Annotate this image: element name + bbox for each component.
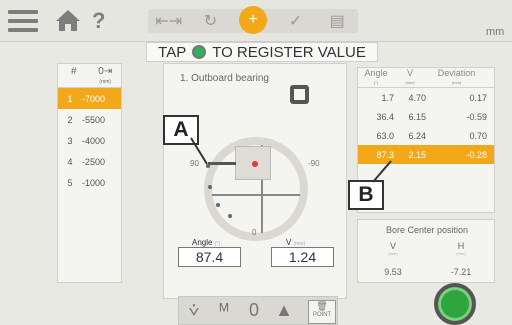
menu-icon[interactable]: [8, 10, 38, 32]
filter-icon[interactable]: ᴹ: [209, 297, 239, 324]
angle-value: 87.4: [178, 247, 241, 267]
deviation-header: Deviation (mm): [437, 68, 476, 86]
table-row[interactable]: 4 -2500: [58, 151, 121, 172]
results-table-header: Angle (°) V (mm) Deviation (mm): [358, 68, 494, 88]
table-row[interactable]: 5 -1000: [58, 172, 121, 193]
up-arrow-icon[interactable]: ▲: [269, 297, 299, 324]
instruction-banner: TAP TO REGISTER VALUE: [146, 42, 378, 62]
measurement-title: 1. Outboard bearing: [180, 73, 269, 84]
bore-v-value: 9.53: [384, 267, 402, 277]
help-icon[interactable]: ?: [92, 8, 105, 34]
v-value: 1.24: [271, 247, 334, 267]
table-row[interactable]: 2 -5500: [58, 109, 121, 130]
down-arrow-icon[interactable]: ⩒: [179, 297, 209, 324]
measured-point: [228, 214, 232, 218]
bore-h-label: H (mm): [456, 241, 466, 256]
instruction-suffix: TO REGISTER VALUE: [212, 43, 366, 61]
register-dot-icon: [192, 45, 207, 59]
table-row[interactable]: 1 -7000: [58, 88, 121, 109]
angle-header: Angle (°): [364, 68, 388, 86]
measure-icon[interactable]: +: [238, 6, 267, 34]
callout-b-pointer: [372, 160, 392, 183]
measured-point: [216, 203, 220, 207]
bore-center-panel: Bore Center position V (mm) H (mm) 9.53 -7…: [357, 219, 495, 283]
unit-label: mm: [486, 26, 505, 38]
v-label: V (mm): [286, 238, 306, 247]
workflow-steps: ⇤⇥ ↻ + ✓ ▤: [148, 6, 358, 34]
bore-v-label: V (mm): [388, 241, 398, 256]
dial-label-bottom: 0: [252, 228, 257, 237]
result-icon[interactable]: ✓: [283, 9, 309, 33]
dimensions-icon[interactable]: ⇤⇥: [155, 9, 182, 33]
points-distance-header: 0⇥ (mm): [98, 66, 113, 85]
trash-icon: 🗑: [316, 301, 328, 311]
delete-point-button[interactable]: 🗑 POINT: [308, 300, 336, 324]
bore-h-value: -7.21: [450, 267, 472, 277]
angle-label: Angle (°): [192, 238, 221, 247]
v-header: V (mm): [405, 68, 415, 86]
table-row[interactable]: 63.0 6.24 0.70: [358, 126, 494, 145]
measured-point: [208, 185, 212, 189]
register-button[interactable]: [434, 283, 476, 325]
points-number-header: #: [70, 66, 77, 77]
sensor-arm: [208, 162, 236, 165]
instruction-prefix: TAP: [158, 43, 187, 61]
table-row[interactable]: 36.4 6.15 -0.59: [358, 107, 494, 126]
dial-horizontal-axis: [212, 194, 300, 196]
callout-a-pointer: [190, 137, 208, 165]
stop-icon[interactable]: [290, 85, 309, 104]
save-icon[interactable]: ▤: [324, 9, 350, 33]
bore-center-title: Bore Center position: [385, 225, 469, 235]
zero-button[interactable]: 0: [239, 297, 269, 324]
home-icon[interactable]: [54, 8, 82, 37]
table-row[interactable]: 3 -4000: [58, 130, 121, 151]
measurement-panel: 1. Outboard bearing 90 -90 0 Angle (°) 8…: [163, 63, 347, 299]
points-table: # 0⇥ (mm) 1 -7000 2 -5500 3 -4000 4 -2500 5-…: [57, 63, 122, 283]
dial-label-right: -90: [308, 159, 320, 168]
table-row[interactable]: 1.7 4.70 0.17: [358, 88, 494, 107]
points-table-header: # 0⇥ (mm): [58, 64, 121, 88]
center-marker: [252, 161, 258, 167]
callout-b: B: [348, 180, 384, 210]
rotation-icon[interactable]: ↻: [197, 9, 223, 33]
top-bar: ? ⇤⇥ ↻ + ✓ ▤ mm: [0, 0, 512, 42]
